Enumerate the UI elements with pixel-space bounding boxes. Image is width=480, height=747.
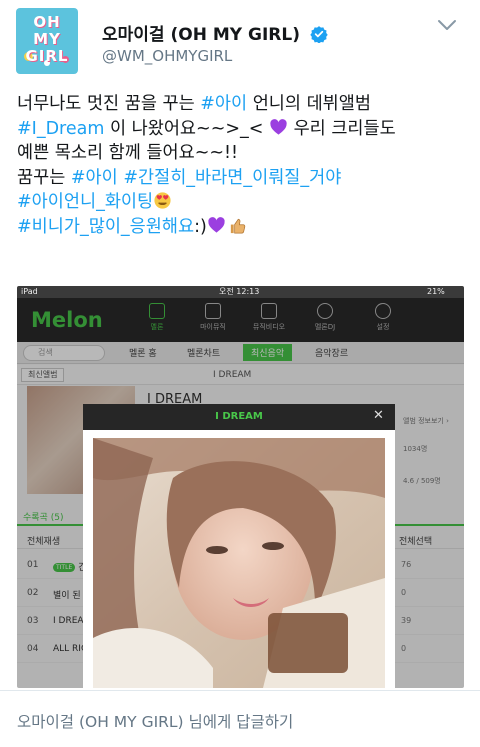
- hashtag-link[interactable]: #비니가_많이_응원해요: [17, 217, 194, 237]
- status-bar: iPad 오전 12:13 21%: [17, 286, 464, 298]
- hashtag-link[interactable]: #I_Dream: [17, 119, 104, 139]
- hashtag-link[interactable]: #간절히_바라면_이뤄질_거야: [123, 168, 341, 188]
- avatar[interactable]: OH MY GIRL: [16, 8, 78, 74]
- album-cover-popup: I DREAM ✕: [83, 404, 395, 688]
- thumbs-up-icon: [230, 218, 246, 233]
- verified-badge-icon: [310, 26, 328, 43]
- tweet-line: #비니가_많이_응원해요:): [17, 215, 467, 240]
- popup-title: I DREAM: [215, 411, 263, 422]
- hashtag-link[interactable]: #아이: [200, 94, 247, 114]
- close-icon[interactable]: ✕: [373, 409, 384, 423]
- tweet-line: #아이언니_화이팅: [17, 190, 467, 215]
- chevron-down-icon[interactable]: [436, 18, 458, 32]
- text-segment: 이 나왔어요~~>_<: [104, 118, 269, 139]
- status-device: iPad: [21, 287, 38, 296]
- album-cover-photo: [93, 438, 385, 688]
- reply-bar[interactable]: 오마이걸 (OH MY GIRL) 님에게 답글하기: [0, 690, 480, 747]
- avatar-logo-text: OH MY GIRL: [25, 13, 69, 65]
- tweet-text: 너무나도 멋진 꿈을 꾸는 #아이 언니의 데뷔앨범 #I_Dream 이 나왔…: [17, 92, 467, 239]
- reply-prompt: 오마이걸 (OH MY GIRL) 님에게 답글하기: [17, 713, 294, 731]
- text-segment: 너무나도 멋진 꿈을 꾸는: [17, 94, 201, 114]
- tweet-media[interactable]: iPad 오전 12:13 21% Melon 멜론 마이뮤직 뮤직비디오 멜론…: [17, 286, 464, 688]
- purple-heart-icon: [270, 118, 287, 135]
- tweet-line: 너무나도 멋진 꿈을 꾸는 #아이 언니의 데뷔앨범: [17, 92, 467, 117]
- text-segment: 꿈꾸는: [17, 167, 71, 188]
- tweet-line: 꿈꾸는 #아이 #간절히_바라면_이뤄질_거야: [17, 166, 467, 191]
- display-name[interactable]: 오마이걸 (OH MY GIRL): [102, 20, 328, 45]
- popup-header: I DREAM ✕: [83, 404, 395, 430]
- tweet-header: OH MY GIRL 오마이걸 (OH MY GIRL) @WM_OHMYGIR…: [0, 0, 480, 90]
- text-segment: 언니의 데뷔앨범: [247, 94, 371, 114]
- display-name-text: 오마이걸 (OH MY GIRL): [102, 25, 300, 45]
- status-time: 오전 12:13: [219, 287, 260, 296]
- portrait-image: [93, 438, 385, 688]
- hashtag-link[interactable]: #아이언니_화이팅: [17, 192, 153, 212]
- tweet-line: 예쁜 목소리 함께 들어요~~!!: [17, 143, 239, 163]
- text-segment: 우리 크리들도: [288, 118, 396, 139]
- purple-heart-icon: [208, 216, 225, 233]
- text-segment: :): [194, 216, 207, 237]
- heart-eyes-icon: [154, 192, 171, 209]
- status-battery: 21%: [427, 287, 445, 296]
- hashtag-link[interactable]: #아이: [71, 168, 118, 188]
- tweet-line: #I_Dream 이 나왔어요~~>_< 우리 크리들도: [17, 117, 467, 142]
- handle[interactable]: @WM_OHMYGIRL: [102, 47, 232, 65]
